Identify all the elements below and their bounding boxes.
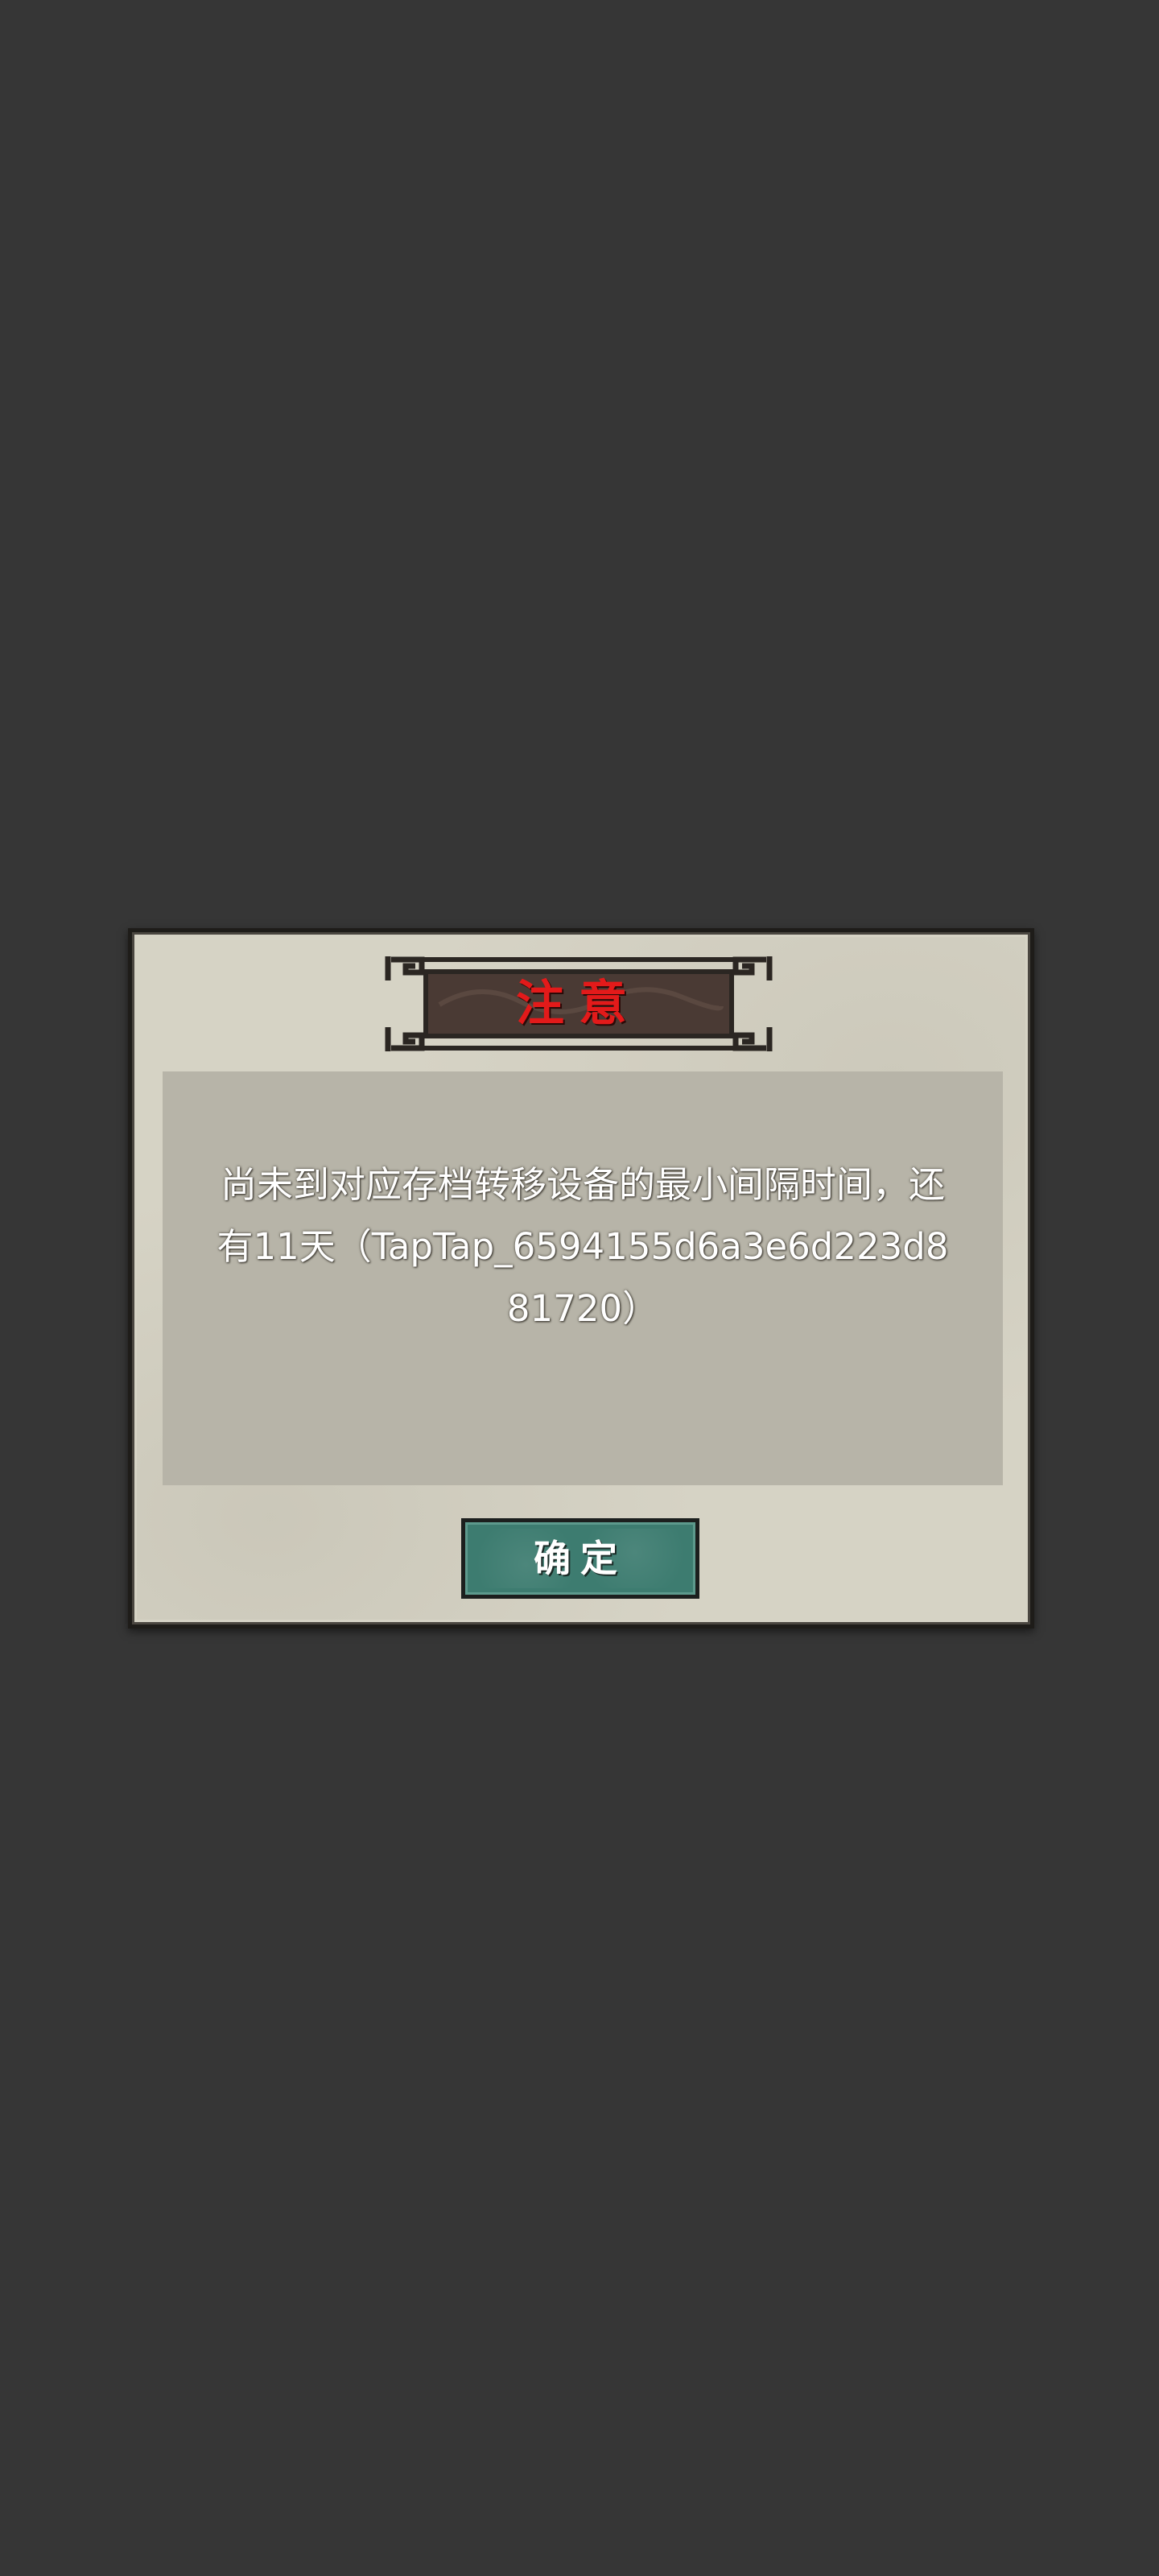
dialog-title: 注意 [516,976,641,1032]
notice-dialog: 注意 尚未到对应存档转移设备的最小间隔时间，还有11天（TapTap_65941… [128,928,1034,1629]
message-panel: 尚未到对应存档转移设备的最小间隔时间，还有11天（TapTap_6594155d… [163,1071,1003,1485]
title-plaque: 注意 [383,948,774,1059]
confirm-button-label: 确定 [534,1537,627,1580]
dialog-message: 尚未到对应存档转移设备的最小间隔时间，还有11天（TapTap_6594155d… [217,1163,949,1330]
confirm-button[interactable]: 确定 [461,1518,699,1599]
